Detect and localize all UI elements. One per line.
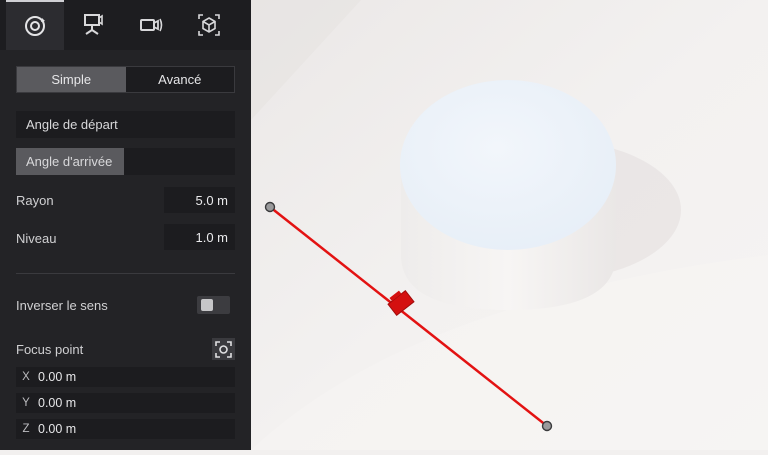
end-angle-label: Angle d'arrivée	[16, 148, 125, 175]
reverse-direction-label: Inverser le sens	[16, 298, 108, 313]
end-angle-option[interactable]: Angle d'arrivée	[16, 148, 235, 175]
radius-label: Rayon	[16, 193, 54, 208]
cylinder-top	[400, 80, 616, 250]
level-label: Niveau	[16, 231, 57, 246]
focus-x-field[interactable]: X 0.00 m	[16, 367, 235, 387]
toggle-knob	[201, 299, 213, 311]
3d-viewport[interactable]	[251, 0, 768, 450]
settings-panel: Simple Avancé Angle de départ Angle d'ar…	[0, 0, 251, 450]
focus-point-button[interactable]	[212, 338, 235, 360]
divider	[16, 273, 235, 274]
camera-on-tripod-icon	[84, 14, 103, 35]
path-end-handle[interactable]	[541, 420, 553, 432]
start-angle-label: Angle de départ	[26, 117, 118, 132]
y-axis-label: Y	[22, 397, 30, 409]
tab-video-camera[interactable]	[122, 0, 180, 50]
tab-tripod-camera[interactable]	[64, 0, 122, 50]
3d-box-icon	[198, 14, 220, 36]
path-start-handle[interactable]	[264, 201, 276, 213]
focus-y-field[interactable]: Y 0.00 m	[16, 393, 235, 413]
scene-canvas	[251, 0, 768, 450]
focus-y-value: 0.00 m	[38, 396, 77, 410]
orbit-camera-icon	[25, 16, 45, 36]
mode-segmented-control: Simple Avancé	[16, 66, 235, 93]
start-angle-option[interactable]: Angle de départ	[16, 111, 235, 138]
video-camera-icon	[140, 18, 163, 32]
focus-z-field[interactable]: Z 0.00 m	[16, 419, 235, 439]
z-axis-label: Z	[22, 423, 30, 435]
x-axis-label: X	[22, 371, 30, 383]
focus-point-label: Focus point	[16, 342, 84, 357]
focus-target-icon	[215, 340, 232, 358]
level-input[interactable]: 1.0 m	[164, 224, 235, 250]
reverse-direction-toggle[interactable]	[197, 296, 230, 314]
tab-3d-box[interactable]	[180, 0, 238, 50]
focus-z-value: 0.00 m	[38, 422, 77, 436]
tab-orbit[interactable]	[6, 0, 64, 50]
advanced-mode-button[interactable]: Avancé	[126, 67, 235, 92]
radius-input[interactable]: 5.0 m	[164, 187, 235, 213]
focus-x-value: 0.00 m	[38, 370, 77, 384]
simple-mode-button[interactable]: Simple	[17, 67, 126, 92]
tab-bar	[0, 0, 251, 50]
